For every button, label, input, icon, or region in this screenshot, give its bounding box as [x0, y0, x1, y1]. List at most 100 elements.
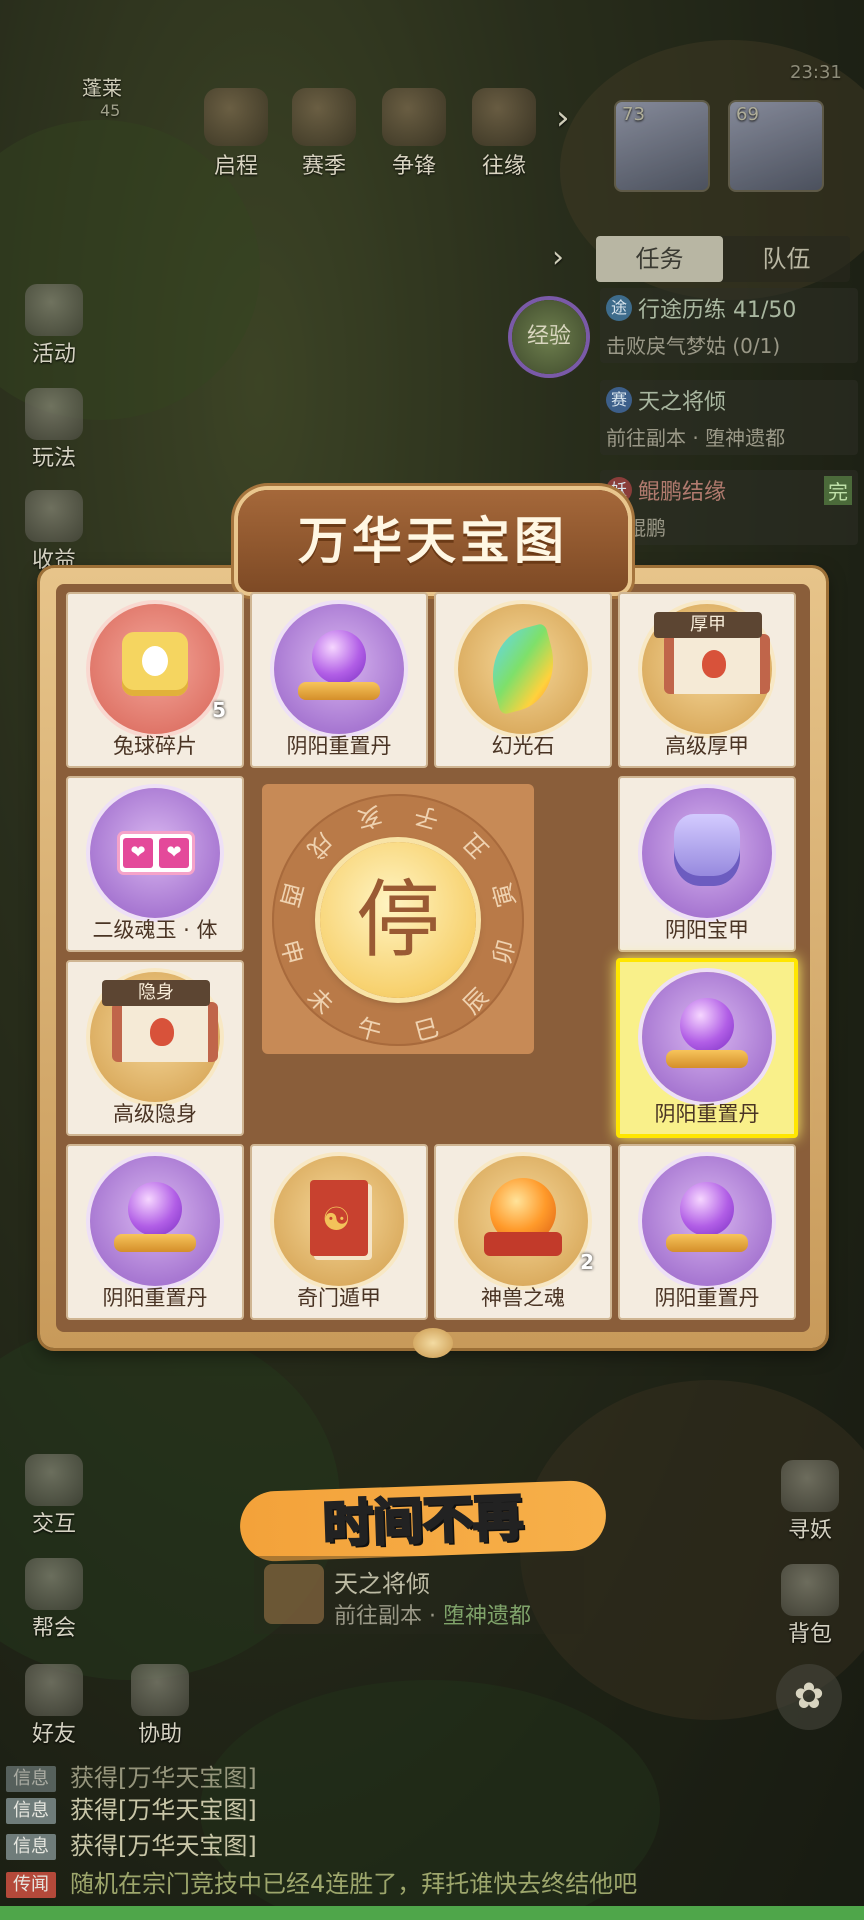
orb-stand-icon: [666, 1234, 748, 1252]
season-icon: [292, 88, 356, 146]
prize-circle: [642, 1156, 772, 1286]
zodiac-char: 午: [354, 1013, 385, 1047]
side-assist-button[interactable]: 协助: [118, 1664, 202, 1748]
quest-hint-desc: 前往副本 · 堕神遗都: [334, 1598, 531, 1630]
prize-name: 阴阳宝甲: [665, 918, 749, 942]
side-assist-label: 协助: [137, 1722, 182, 1747]
menu-journey-button[interactable]: 启程: [196, 88, 276, 180]
prize-circle: [90, 604, 220, 734]
book-icon: [310, 1180, 368, 1256]
zodiac-dial: 亥戌酉申未午巳辰卯寅丑子 停: [272, 794, 524, 1047]
prize-cell: 奇门遁甲: [250, 1144, 428, 1320]
chat-text: 获得[万华天宝图]: [70, 1764, 257, 1792]
purple-orb-icon: [312, 630, 366, 684]
zodiac-char: 子: [411, 800, 442, 834]
task-item-1[interactable]: 途行途历练 41/50 击败戾气梦姑 (0/1): [600, 288, 858, 363]
board-title: 万华天宝图: [298, 511, 568, 570]
prize-count: 2: [580, 1250, 594, 1274]
task-tag-2: 赛: [606, 387, 632, 413]
menu-battle-button[interactable]: 争锋: [374, 88, 454, 180]
prize-circle: [458, 1156, 588, 1286]
task-desc-2: 前往副本 · 堕神遗都: [606, 426, 786, 450]
zodiac-char: 丑: [457, 826, 495, 864]
stop-button[interactable]: 停: [320, 842, 476, 998]
prize-circle: [90, 788, 220, 918]
zodiac-char: 酉: [274, 879, 308, 911]
quest-hint-title: 天之将倾: [334, 1570, 430, 1598]
zodiac-char: 戌: [301, 826, 339, 864]
side-guild-label: 帮会: [31, 1616, 76, 1641]
team-member-avatar-1[interactable]: 73: [614, 100, 710, 192]
side-seek-demon-button[interactable]: 寻妖: [768, 1460, 852, 1544]
tab-tasks[interactable]: 任务: [596, 236, 723, 282]
side-interact-button[interactable]: 交互: [12, 1454, 96, 1538]
prize-cell: 阴阳重置丹: [250, 592, 428, 768]
prize-circle: [274, 1156, 404, 1286]
prize-name: 高级厚甲: [665, 734, 749, 758]
spin-dial-panel: 亥戌酉申未午巳辰卯寅丑子 停: [262, 784, 534, 1054]
prize-cell: 2 神兽之魂: [434, 1144, 612, 1320]
orb-stand-icon: [666, 1050, 748, 1068]
prize-cell: 阴阳重置丹: [618, 1144, 796, 1320]
side-guild-button[interactable]: 帮会: [12, 1558, 96, 1642]
chat-tag: 信息: [6, 1766, 56, 1792]
side-seek-demon-label: 寻妖: [787, 1518, 832, 1543]
task-title-1: 行途历练 41/50: [638, 298, 797, 323]
prize-name: 奇门遁甲: [297, 1286, 381, 1310]
orb-stand-icon: [298, 682, 380, 700]
team-member-avatar-2[interactable]: 69: [728, 100, 824, 192]
task-panel-tabs: 任务 队伍: [596, 236, 850, 282]
menu-battle-label: 争锋: [391, 154, 436, 179]
zodiac-char: 卯: [488, 936, 522, 968]
side-gameplay-label: 玩法: [31, 446, 76, 471]
prize-name: 幻光石: [491, 734, 555, 758]
quest-hint-place: 堕神遗都: [442, 1604, 531, 1629]
prize-cell-highlighted: 阴阳重置丹: [616, 958, 798, 1138]
fate-icon: [472, 88, 536, 146]
task-item-2[interactable]: 赛天之将倾 前往副本 · 堕神遗都: [600, 380, 858, 455]
orb-stand-icon: [114, 1234, 196, 1252]
menu-season-button[interactable]: 赛季: [284, 88, 364, 180]
side-gameplay-button[interactable]: 玩法: [12, 388, 96, 472]
prize-circle: [274, 604, 404, 734]
gameplay-icon: [25, 388, 83, 440]
prize-cell: 5 兔球碎片: [66, 592, 244, 768]
prize-cell: 二级魂玉 · 体: [66, 776, 244, 952]
location-coords: 45: [100, 101, 121, 120]
chat-line[interactable]: 传闻 随机在宗门竞技中已经4连胜了，拜托谁快去终结他吧: [6, 1864, 826, 1899]
prize-cell: 幻光石: [434, 592, 612, 768]
task-tag-1: 途: [606, 295, 632, 321]
task-title-2: 天之将倾: [638, 390, 727, 415]
prize-cell: 隐身 高级隐身: [66, 960, 244, 1136]
board-title-plaque: 万华天宝图: [238, 490, 628, 592]
quest-hint[interactable]: 天之将倾 前往副本 · 堕神遗都: [254, 1556, 584, 1634]
side-activity-button[interactable]: 活动: [12, 284, 96, 368]
chat-tag: 信息: [6, 1834, 56, 1860]
assist-icon: [131, 1664, 189, 1716]
flower-menu-icon[interactable]: ✿: [776, 1664, 842, 1730]
interact-icon: [25, 1454, 83, 1506]
chat-tag: 信息: [6, 1798, 56, 1824]
tab-team[interactable]: 队伍: [723, 236, 850, 282]
prize-count: 5: [212, 698, 226, 722]
rainbow-stone-icon: [481, 622, 565, 716]
board-knob-ornament: [413, 1328, 453, 1358]
beast-soul-icon: [484, 1178, 562, 1256]
prize-name: 阴阳重置丹: [654, 1102, 760, 1126]
activity-icon: [25, 284, 83, 336]
menu-fate-button[interactable]: 往缘: [464, 88, 544, 180]
collapse-arrow-icon[interactable]: ›: [552, 240, 564, 275]
location-indicator[interactable]: 蓬莱 45: [22, 72, 172, 120]
chevron-right-icon[interactable]: ›: [556, 98, 570, 138]
side-friends-button[interactable]: 好友: [12, 1664, 96, 1748]
bag-icon: [781, 1564, 839, 1616]
exp-badge[interactable]: 经验: [512, 300, 586, 374]
prize-cell: 阴阳宝甲: [618, 776, 796, 952]
chat-text: 获得[万华天宝图]: [70, 1832, 257, 1860]
bottom-bar: [0, 1906, 864, 1920]
side-bag-button[interactable]: 背包: [768, 1564, 852, 1648]
chat-text: 随机在宗门竞技中已经4连胜了，拜托谁快去终结他吧: [70, 1870, 638, 1898]
prize-name: 神兽之魂: [481, 1286, 565, 1310]
side-friends-label: 好友: [31, 1722, 76, 1747]
chat-line: 信息 获得[万华天宝图]: [6, 1826, 826, 1861]
